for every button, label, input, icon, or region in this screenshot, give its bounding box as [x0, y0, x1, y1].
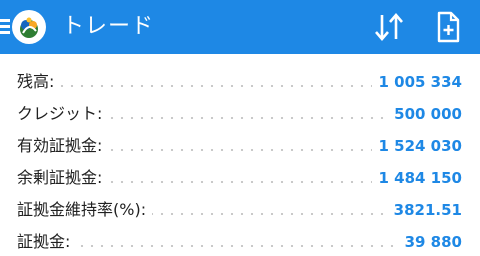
- menu-icon[interactable]: [0, 19, 10, 35]
- row-value: 3821.51: [387, 200, 462, 220]
- row-value: 1 005 334: [372, 72, 462, 92]
- row-label: 残高:: [17, 72, 61, 92]
- row-label: クレジット:: [17, 104, 109, 124]
- new-document-plus-icon[interactable]: [436, 11, 460, 43]
- app-logo-icon: [12, 10, 46, 44]
- row-label: 余剰証拠金:: [17, 168, 109, 188]
- page-title: トレード: [62, 14, 155, 39]
- app-bar: トレード: [0, 0, 480, 54]
- row-value: 1 484 150: [372, 168, 462, 188]
- row-free-margin: 余剰証拠金: 1 484 150: [0, 160, 480, 192]
- dotted-leader: [17, 245, 460, 247]
- sort-arrows-icon[interactable]: [372, 12, 406, 42]
- row-margin: 証拠金: 39 880: [0, 224, 480, 256]
- row-label: 有効証拠金:: [17, 136, 109, 156]
- row-value: 39 880: [398, 232, 462, 252]
- row-value: 500 000: [388, 104, 462, 124]
- row-label: 証拠金:: [17, 232, 77, 252]
- row-credit: クレジット: 500 000: [0, 96, 480, 128]
- row-equity: 有効証拠金: 1 524 030: [0, 128, 480, 160]
- row-balance: 残高: 1 005 334: [0, 64, 480, 96]
- row-label: 証拠金維持率(%):: [17, 200, 153, 220]
- row-value: 1 524 030: [372, 136, 462, 156]
- row-margin-level: 証拠金維持率(%): 3821.51: [0, 192, 480, 224]
